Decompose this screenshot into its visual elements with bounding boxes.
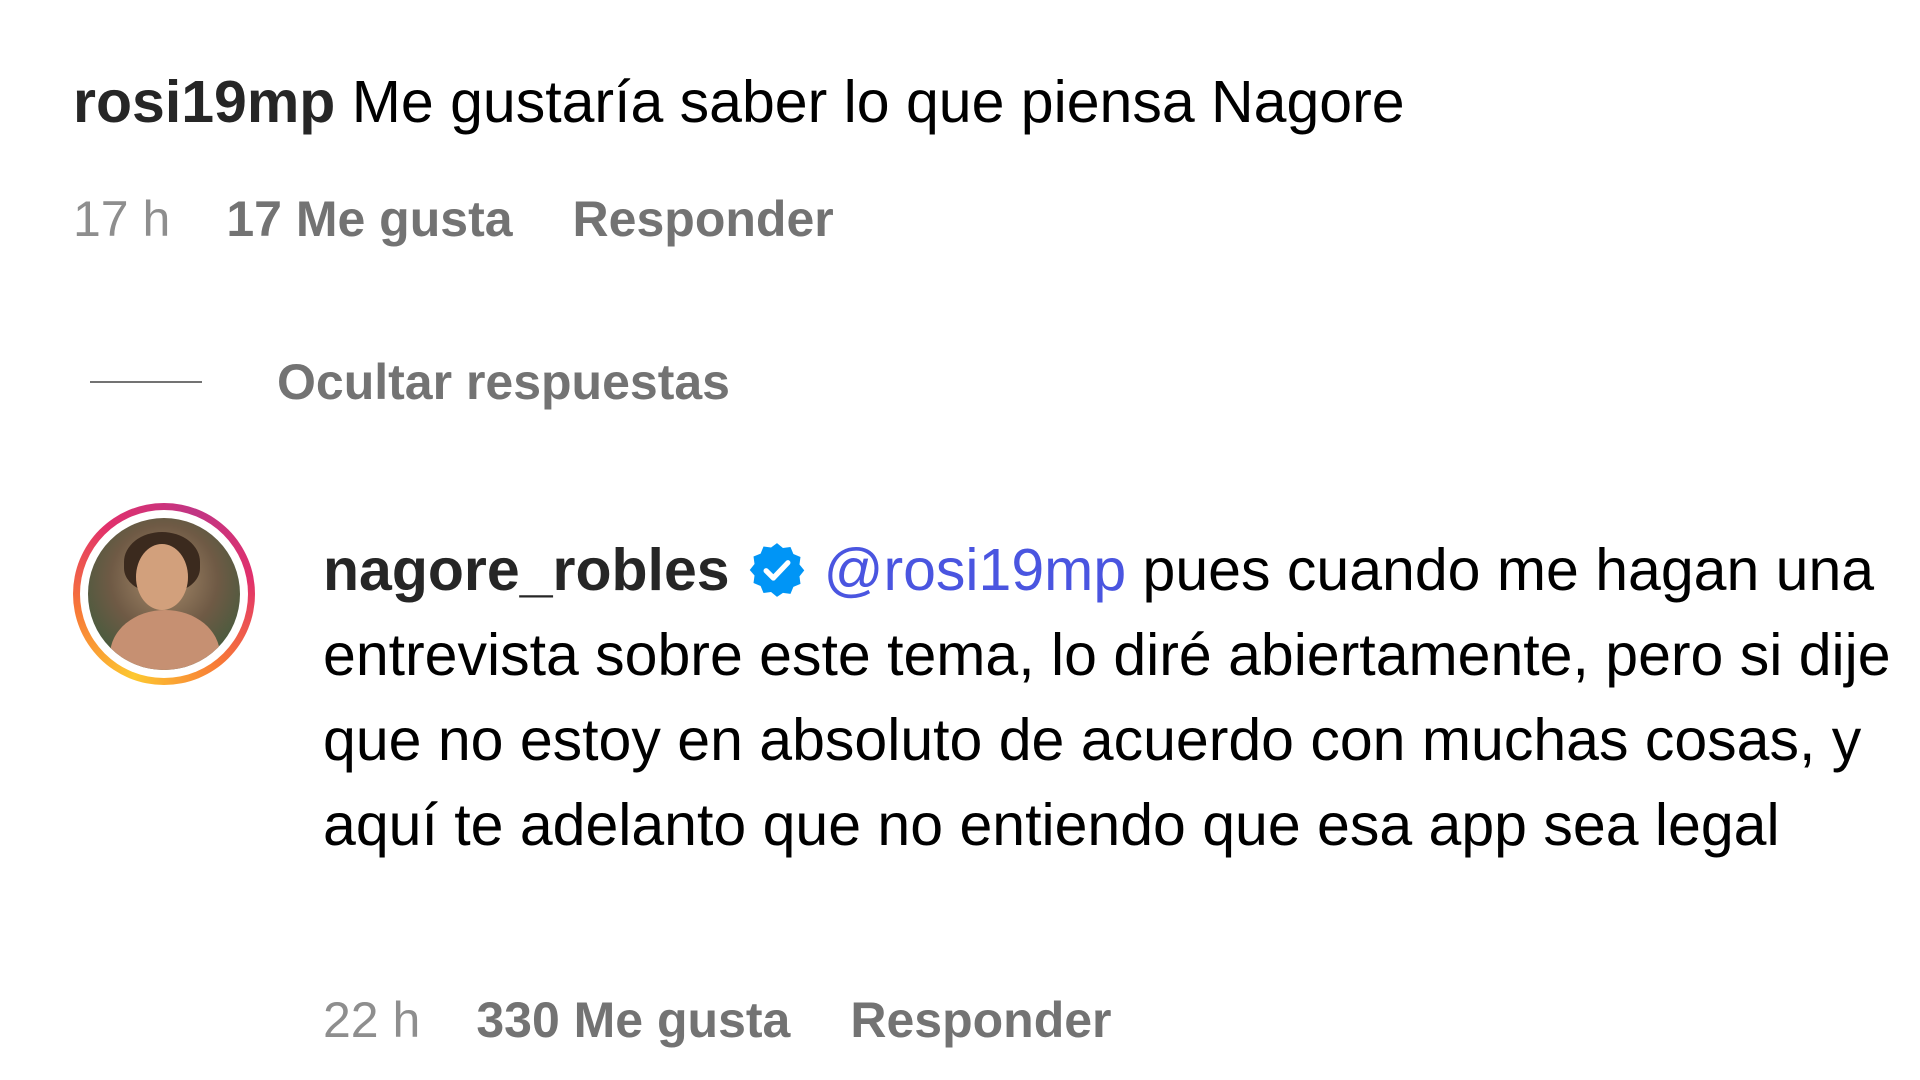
reply-time: 22 h	[323, 992, 421, 1048]
parent-comment-likes[interactable]: 17 Me gusta	[226, 189, 512, 249]
hide-replies-label: Ocultar respuestas	[277, 354, 730, 410]
parent-comment-username[interactable]: rosi19mp	[73, 69, 335, 135]
parent-comment-time: 17 h	[73, 191, 171, 247]
hide-replies-divider	[90, 381, 202, 383]
parent-comment-meta: 17 h 17 Me gusta Responder	[73, 189, 834, 249]
reply-mention-link[interactable]: @rosi19mp	[824, 537, 1127, 603]
reply-meta: 22 h 330 Me gusta Responder	[323, 990, 1112, 1050]
avatar-image	[88, 518, 240, 670]
parent-comment-text: Me gustaría saber lo que piensa Nagore	[351, 69, 1405, 135]
reply-username[interactable]: nagore_robles	[323, 537, 730, 603]
hide-replies-button[interactable]: Ocultar respuestas	[90, 352, 730, 412]
reply-comment: nagore_robles @rosi19mp pues cuando me h…	[323, 528, 1903, 868]
reply-reply-button[interactable]: Responder	[850, 990, 1111, 1050]
comments-thread: rosi19mp Me gustaría saber lo que piensa…	[0, 0, 1920, 1080]
parent-comment-reply-button[interactable]: Responder	[573, 189, 834, 249]
parent-comment: rosi19mp Me gustaría saber lo que piensa…	[73, 62, 1405, 142]
avatar[interactable]	[73, 503, 255, 685]
reply-likes[interactable]: 330 Me gusta	[476, 990, 790, 1050]
verified-badge-icon	[749, 543, 804, 597]
